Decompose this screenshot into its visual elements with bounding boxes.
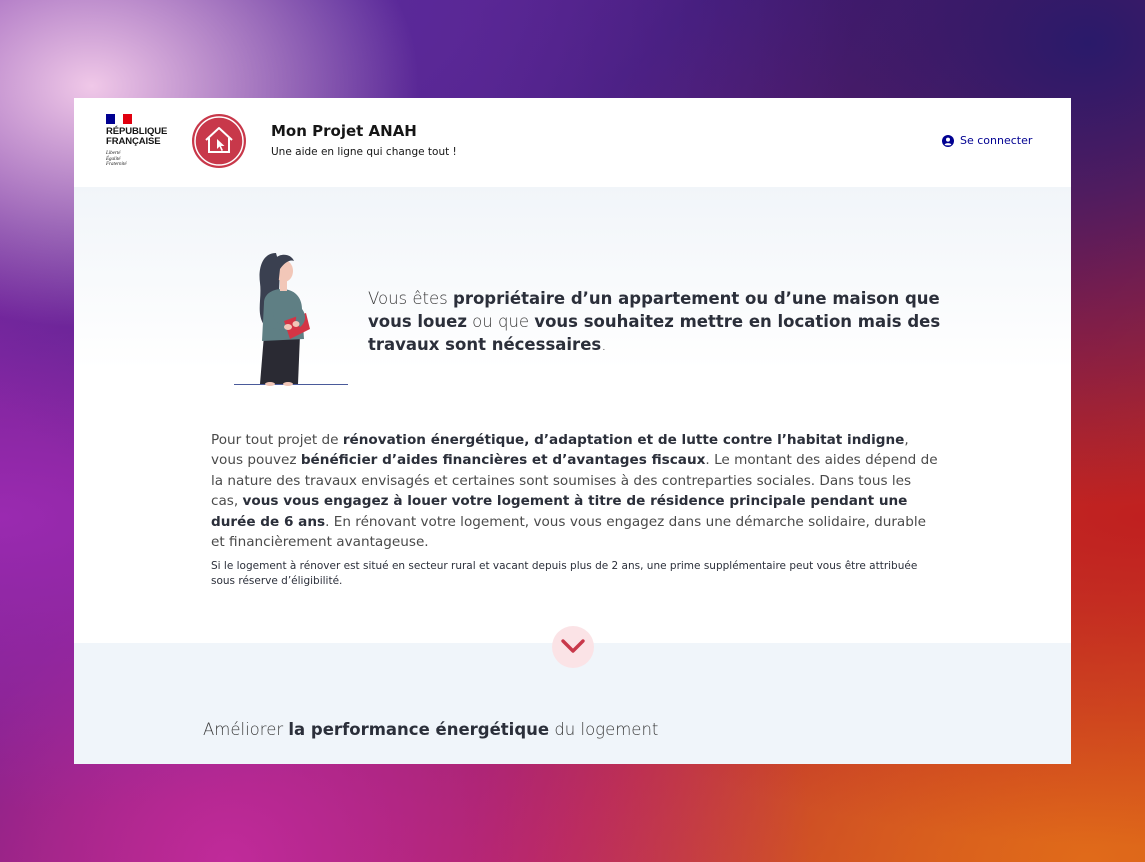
- title-text: du logement: [549, 719, 659, 739]
- title-emphasis: la performance énergétique: [288, 719, 550, 739]
- gov-logo-name: RÉPUBLIQUE FRANÇAISE: [106, 126, 168, 147]
- login-label: Se connecter: [960, 134, 1033, 147]
- scroll-down-button[interactable]: [552, 626, 594, 668]
- brand-subtitle: Une aide en ligne qui change tout !: [271, 146, 457, 158]
- chevron-down-icon: [561, 639, 585, 653]
- body-text: Pour tout projet de: [211, 431, 343, 448]
- intro-body: Pour tout projet de rénovation énergétiq…: [211, 430, 941, 553]
- body-emphasis: bénéficier d’aides financières et d’avan…: [300, 452, 706, 469]
- intro-note: Si le logement à rénover est situé en se…: [211, 559, 918, 588]
- browser-page: RÉPUBLIQUE FRANÇAISE Liberté Égalité Fra…: [74, 98, 1071, 764]
- lead-text: ou que: [466, 311, 535, 331]
- house-cursor-icon[interactable]: [192, 114, 246, 168]
- lead-text: Vous êtes: [368, 288, 454, 308]
- brand-title[interactable]: Mon Projet ANAH: [271, 122, 417, 140]
- intro-lead: Vous êtes propriétaire d’un appartement …: [368, 287, 948, 356]
- republique-francaise-logo[interactable]: RÉPUBLIQUE FRANÇAISE Liberté Égalité Fra…: [106, 114, 174, 174]
- login-link[interactable]: Se connecter: [942, 134, 1032, 147]
- body-emphasis: rénovation énergétique, d’adaptation et …: [342, 431, 905, 448]
- user-circle-icon: [942, 134, 954, 147]
- intro-section: Vous êtes propriétaire d’un appartement …: [74, 187, 1071, 643]
- lead-text: .: [601, 334, 607, 354]
- site-header: RÉPUBLIQUE FRANÇAISE Liberté Égalité Fra…: [74, 98, 1071, 187]
- gov-logo-motto: Liberté Égalité Fraternité: [106, 151, 127, 167]
- french-flag-icon: [106, 114, 132, 124]
- section-title: Améliorer la performance énergétique du …: [203, 720, 658, 739]
- woman-holding-folder-illustration: [234, 253, 348, 386]
- title-text: Améliorer: [203, 719, 289, 739]
